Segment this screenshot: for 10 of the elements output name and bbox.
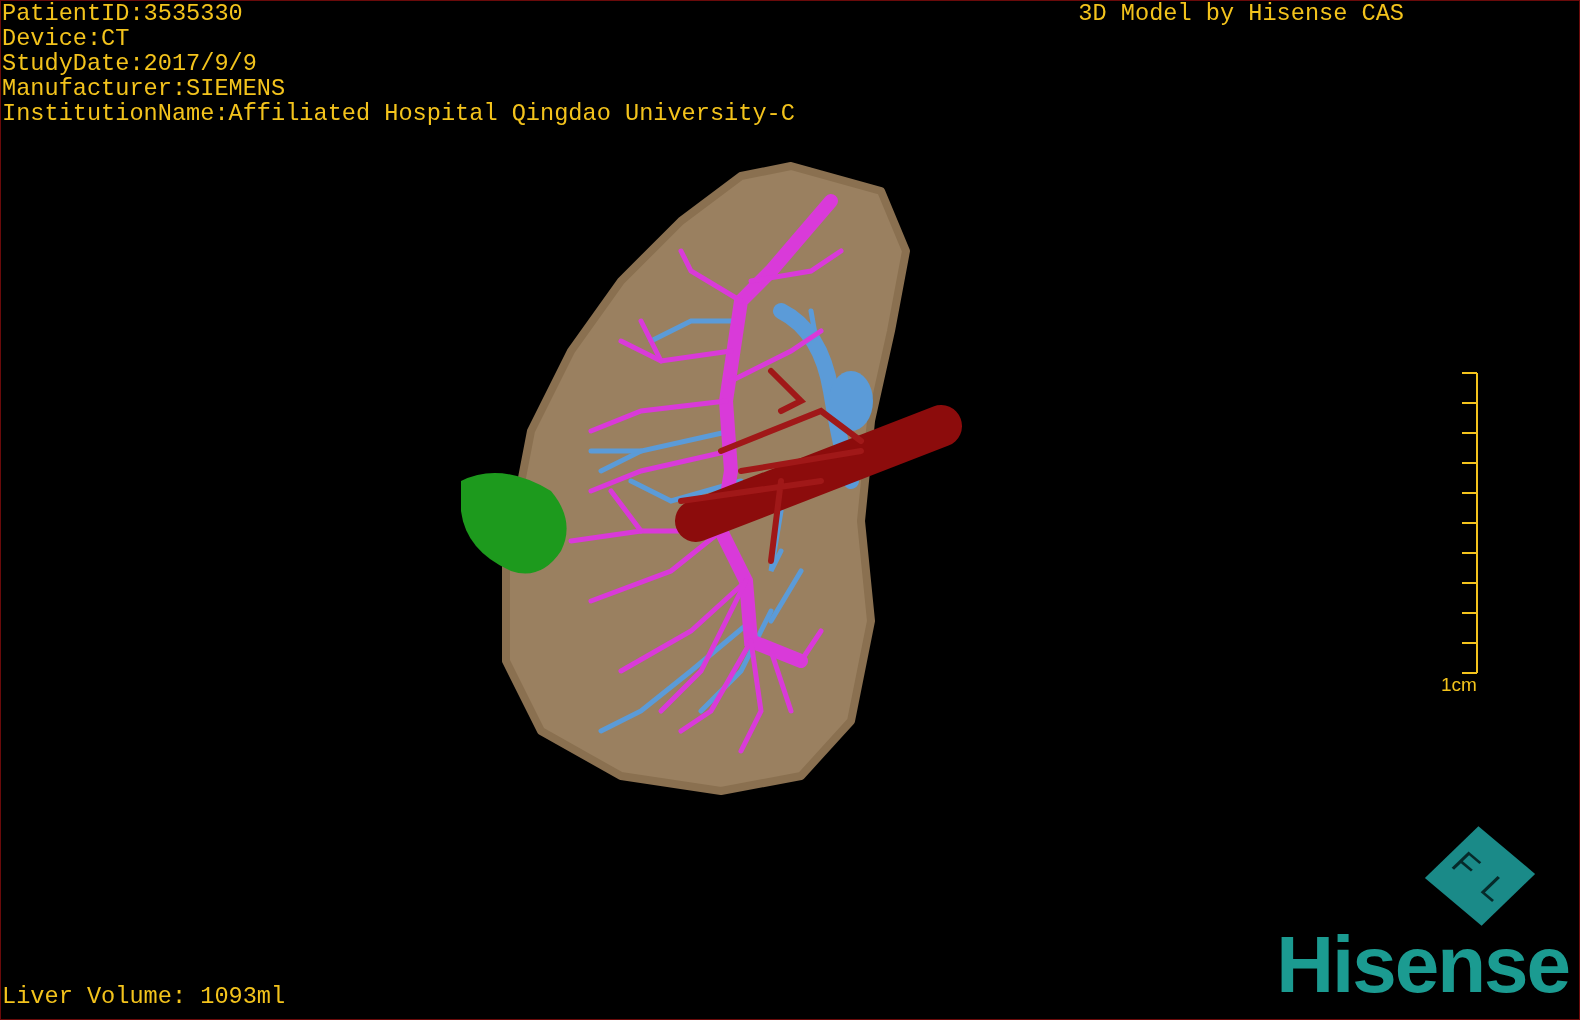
- dicom-info-text: InstitutionName:Affiliated Hospital Qingdao University-C: [2, 101, 795, 126]
- logo-text: Hisense: [1276, 925, 1569, 1005]
- liver-volume-text: Liver Volume: 1093ml: [2, 984, 286, 1009]
- dicom-info-text: Manufacturer:SIEMENS: [2, 76, 287, 101]
- dicom-info-text: Device:CT: [2, 26, 131, 51]
- dicom-info-text: PatientID:3535330: [2, 1, 244, 26]
- model-credit-text: 3D Model by Hisense CAS: [1078, 1, 1404, 29]
- scale-label: 1cm: [1441, 675, 1477, 695]
- dicom-info-text: StudyDate:2017/9/9: [2, 51, 258, 76]
- orientation-cube[interactable]: F L: [1424, 826, 1536, 926]
